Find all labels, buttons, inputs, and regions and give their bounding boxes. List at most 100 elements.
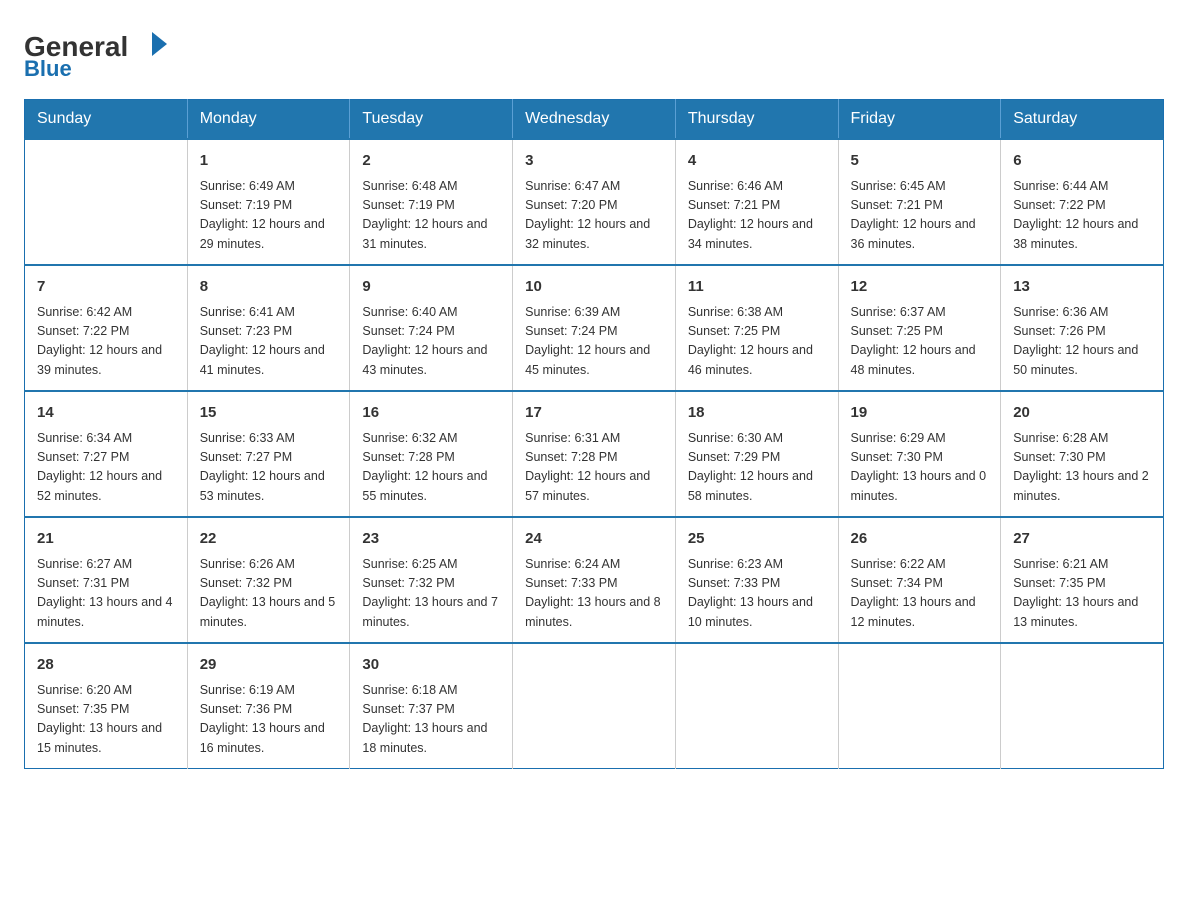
calendar-cell: 29 Sunrise: 6:19 AM Sunset: 7:36 PM Dayli…	[187, 643, 350, 769]
day-number: 6	[1013, 150, 1151, 173]
day-info: Sunrise: 6:19 AM Sunset: 7:36 PM Dayligh…	[200, 681, 338, 759]
day-number: 10	[525, 276, 663, 299]
day-number: 14	[37, 402, 175, 425]
logo-svg: General Blue	[24, 24, 194, 79]
calendar-cell: 13 Sunrise: 6:36 AM Sunset: 7:26 PM Dayli…	[1001, 265, 1164, 391]
day-info: Sunrise: 6:49 AM Sunset: 7:19 PM Dayligh…	[200, 177, 338, 255]
day-number: 29	[200, 654, 338, 677]
calendar-cell: 9 Sunrise: 6:40 AM Sunset: 7:24 PM Daylig…	[350, 265, 513, 391]
day-number: 5	[851, 150, 989, 173]
day-number: 28	[37, 654, 175, 677]
logo-text: General Blue	[24, 24, 194, 79]
calendar-cell: 30 Sunrise: 6:18 AM Sunset: 7:37 PM Dayli…	[350, 643, 513, 769]
day-info: Sunrise: 6:34 AM Sunset: 7:27 PM Dayligh…	[37, 429, 175, 507]
day-number: 3	[525, 150, 663, 173]
calendar-cell	[513, 643, 676, 769]
day-number: 2	[362, 150, 500, 173]
day-number: 15	[200, 402, 338, 425]
day-info: Sunrise: 6:32 AM Sunset: 7:28 PM Dayligh…	[362, 429, 500, 507]
day-info: Sunrise: 6:22 AM Sunset: 7:34 PM Dayligh…	[851, 555, 989, 633]
day-info: Sunrise: 6:48 AM Sunset: 7:19 PM Dayligh…	[362, 177, 500, 255]
day-info: Sunrise: 6:37 AM Sunset: 7:25 PM Dayligh…	[851, 303, 989, 381]
day-of-week-sunday: Sunday	[25, 100, 188, 140]
day-number: 13	[1013, 276, 1151, 299]
day-number: 27	[1013, 528, 1151, 551]
calendar-cell: 28 Sunrise: 6:20 AM Sunset: 7:35 PM Dayli…	[25, 643, 188, 769]
calendar-cell: 15 Sunrise: 6:33 AM Sunset: 7:27 PM Dayli…	[187, 391, 350, 517]
day-info: Sunrise: 6:40 AM Sunset: 7:24 PM Dayligh…	[362, 303, 500, 381]
page-header: General Blue	[24, 24, 1164, 79]
calendar-cell: 17 Sunrise: 6:31 AM Sunset: 7:28 PM Dayli…	[513, 391, 676, 517]
day-number: 9	[362, 276, 500, 299]
week-row-5: 28 Sunrise: 6:20 AM Sunset: 7:35 PM Dayli…	[25, 643, 1164, 769]
day-info: Sunrise: 6:20 AM Sunset: 7:35 PM Dayligh…	[37, 681, 175, 759]
calendar-cell: 22Sunrise: 6:26 AM Sunset: 7:32 PM Dayli…	[187, 517, 350, 643]
day-info: Sunrise: 6:33 AM Sunset: 7:27 PM Dayligh…	[200, 429, 338, 507]
day-number: 16	[362, 402, 500, 425]
day-of-week-wednesday: Wednesday	[513, 100, 676, 140]
calendar-cell: 21Sunrise: 6:27 AM Sunset: 7:31 PM Dayli…	[25, 517, 188, 643]
day-number: 21	[37, 528, 175, 551]
day-info: Sunrise: 6:47 AM Sunset: 7:20 PM Dayligh…	[525, 177, 663, 255]
calendar-cell: 4Sunrise: 6:46 AM Sunset: 7:21 PM Daylig…	[675, 139, 838, 265]
calendar-cell: 7Sunrise: 6:42 AM Sunset: 7:22 PM Daylig…	[25, 265, 188, 391]
day-info: Sunrise: 6:31 AM Sunset: 7:28 PM Dayligh…	[525, 429, 663, 507]
calendar-cell: 18Sunrise: 6:30 AM Sunset: 7:29 PM Dayli…	[675, 391, 838, 517]
day-number: 20	[1013, 402, 1151, 425]
calendar-cell: 11 Sunrise: 6:38 AM Sunset: 7:25 PM Dayli…	[675, 265, 838, 391]
calendar-cell: 16 Sunrise: 6:32 AM Sunset: 7:28 PM Dayli…	[350, 391, 513, 517]
calendar-cell: 10 Sunrise: 6:39 AM Sunset: 7:24 PM Dayli…	[513, 265, 676, 391]
day-of-week-saturday: Saturday	[1001, 100, 1164, 140]
logo: General Blue	[24, 24, 194, 79]
calendar-cell: 3 Sunrise: 6:47 AM Sunset: 7:20 PM Daylig…	[513, 139, 676, 265]
calendar-cell: 8 Sunrise: 6:41 AM Sunset: 7:23 PM Daylig…	[187, 265, 350, 391]
week-row-3: 14 Sunrise: 6:34 AM Sunset: 7:27 PM Dayli…	[25, 391, 1164, 517]
day-info: Sunrise: 6:18 AM Sunset: 7:37 PM Dayligh…	[362, 681, 500, 759]
day-info: Sunrise: 6:36 AM Sunset: 7:26 PM Dayligh…	[1013, 303, 1151, 381]
day-info: Sunrise: 6:39 AM Sunset: 7:24 PM Dayligh…	[525, 303, 663, 381]
week-row-4: 21Sunrise: 6:27 AM Sunset: 7:31 PM Dayli…	[25, 517, 1164, 643]
calendar-cell: 23 Sunrise: 6:25 AM Sunset: 7:32 PM Dayli…	[350, 517, 513, 643]
calendar-cell	[838, 643, 1001, 769]
day-number: 24	[525, 528, 663, 551]
day-info: Sunrise: 6:25 AM Sunset: 7:32 PM Dayligh…	[362, 555, 500, 633]
calendar-cell	[25, 139, 188, 265]
day-number: 8	[200, 276, 338, 299]
svg-text:Blue: Blue	[24, 56, 72, 79]
day-number: 7	[37, 276, 175, 299]
day-number: 17	[525, 402, 663, 425]
calendar-cell: 2 Sunrise: 6:48 AM Sunset: 7:19 PM Daylig…	[350, 139, 513, 265]
day-number: 1	[200, 150, 338, 173]
day-info: Sunrise: 6:30 AM Sunset: 7:29 PM Dayligh…	[688, 429, 826, 507]
day-number: 26	[851, 528, 989, 551]
calendar-cell: 20 Sunrise: 6:28 AM Sunset: 7:30 PM Dayli…	[1001, 391, 1164, 517]
calendar-table: SundayMondayTuesdayWednesdayThursdayFrid…	[24, 99, 1164, 769]
calendar-cell: 25Sunrise: 6:23 AM Sunset: 7:33 PM Dayli…	[675, 517, 838, 643]
day-info: Sunrise: 6:28 AM Sunset: 7:30 PM Dayligh…	[1013, 429, 1151, 507]
day-number: 30	[362, 654, 500, 677]
day-info: Sunrise: 6:38 AM Sunset: 7:25 PM Dayligh…	[688, 303, 826, 381]
day-info: Sunrise: 6:44 AM Sunset: 7:22 PM Dayligh…	[1013, 177, 1151, 255]
day-info: Sunrise: 6:41 AM Sunset: 7:23 PM Dayligh…	[200, 303, 338, 381]
day-number: 11	[688, 276, 826, 299]
calendar-body: 1 Sunrise: 6:49 AM Sunset: 7:19 PM Daylig…	[25, 139, 1164, 769]
day-of-week-tuesday: Tuesday	[350, 100, 513, 140]
day-info: Sunrise: 6:26 AM Sunset: 7:32 PM Dayligh…	[200, 555, 338, 633]
week-row-1: 1 Sunrise: 6:49 AM Sunset: 7:19 PM Daylig…	[25, 139, 1164, 265]
calendar-cell: 5 Sunrise: 6:45 AM Sunset: 7:21 PM Daylig…	[838, 139, 1001, 265]
calendar-cell: 6 Sunrise: 6:44 AM Sunset: 7:22 PM Daylig…	[1001, 139, 1164, 265]
calendar-cell: 19Sunrise: 6:29 AM Sunset: 7:30 PM Dayli…	[838, 391, 1001, 517]
calendar-header: SundayMondayTuesdayWednesdayThursdayFrid…	[25, 100, 1164, 140]
calendar-cell: 27 Sunrise: 6:21 AM Sunset: 7:35 PM Dayli…	[1001, 517, 1164, 643]
calendar-cell: 26 Sunrise: 6:22 AM Sunset: 7:34 PM Dayli…	[838, 517, 1001, 643]
calendar-cell: 12Sunrise: 6:37 AM Sunset: 7:25 PM Dayli…	[838, 265, 1001, 391]
day-number: 23	[362, 528, 500, 551]
calendar-cell	[675, 643, 838, 769]
calendar-cell	[1001, 643, 1164, 769]
day-info: Sunrise: 6:21 AM Sunset: 7:35 PM Dayligh…	[1013, 555, 1151, 633]
day-info: Sunrise: 6:29 AM Sunset: 7:30 PM Dayligh…	[851, 429, 989, 507]
day-info: Sunrise: 6:45 AM Sunset: 7:21 PM Dayligh…	[851, 177, 989, 255]
days-of-week-row: SundayMondayTuesdayWednesdayThursdayFrid…	[25, 100, 1164, 140]
day-info: Sunrise: 6:23 AM Sunset: 7:33 PM Dayligh…	[688, 555, 826, 633]
calendar-cell: 24Sunrise: 6:24 AM Sunset: 7:33 PM Dayli…	[513, 517, 676, 643]
